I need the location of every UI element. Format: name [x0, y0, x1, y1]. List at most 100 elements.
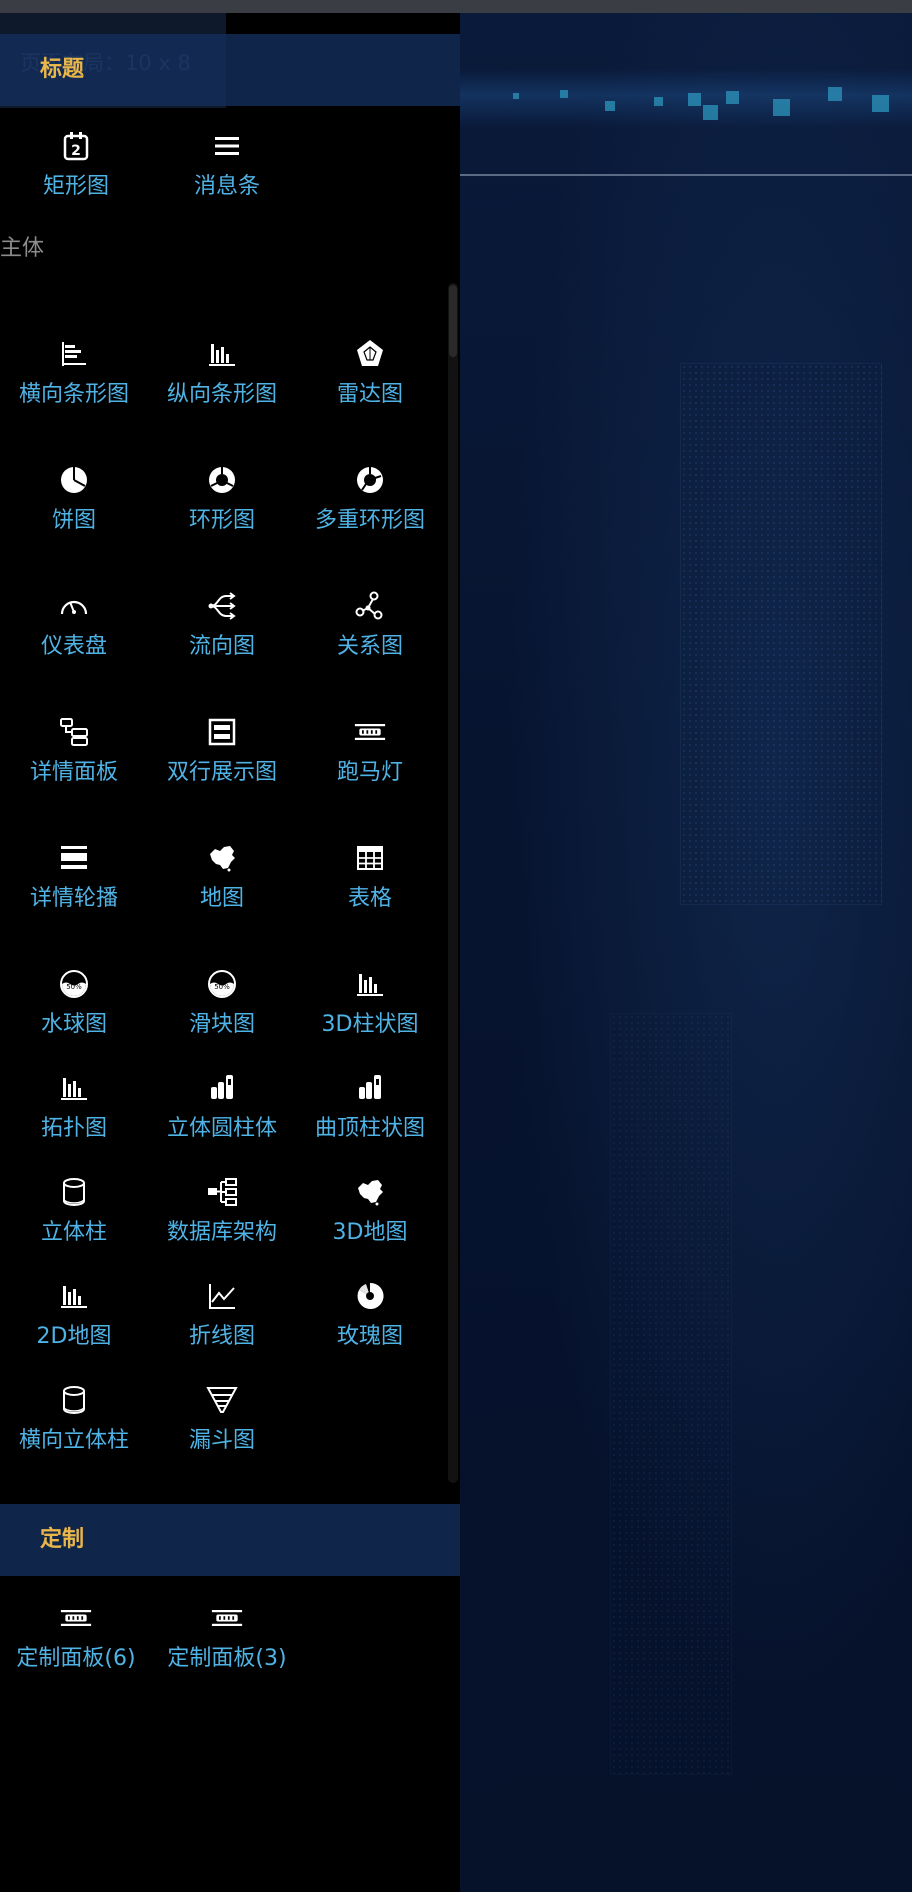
component-item-label: 跑马灯 [336, 760, 403, 785]
database-tree-icon [206, 1176, 238, 1208]
custom-panel-icon [211, 1602, 243, 1634]
component-item[interactable]: 详情面板 [0, 716, 148, 786]
decor-square [703, 105, 718, 120]
section-title-header[interactable]: 标题 [0, 34, 460, 106]
china-map-3d-icon [354, 1176, 386, 1208]
component-item[interactable]: 玫瑰图 [296, 1280, 444, 1350]
component-sidebar: 页面布局：10 x 8 标题 2矩形图消息条 主体 横向条形图纵向条形图雷达图饼… [0, 13, 460, 1892]
component-item[interactable]: 地图 [148, 842, 296, 912]
cylinder-icon [58, 1176, 90, 1208]
component-item-label: 流向图 [188, 634, 255, 659]
component-item-label: 折线图 [188, 1324, 255, 1349]
component-item[interactable]: 纵向条形图 [148, 338, 296, 408]
component-item[interactable]: 横向立体柱 [0, 1384, 148, 1454]
two-row-display-icon [206, 716, 238, 748]
section-main-label: 主体 [0, 236, 45, 261]
component-item-label: 环形图 [188, 508, 255, 533]
decor-square [828, 87, 842, 101]
component-item[interactable]: 立体圆柱体 [148, 1072, 296, 1142]
component-item[interactable]: 关系图 [296, 590, 444, 660]
component-item[interactable]: 双行展示图 [148, 716, 296, 786]
component-item-label: 双行展示图 [166, 760, 277, 785]
component-item[interactable]: 流向图 [148, 590, 296, 660]
component-item[interactable]: 多重环形图 [296, 464, 444, 534]
svg-text:50%: 50% [214, 983, 230, 991]
component-item-label: 地图 [199, 886, 244, 911]
component-item[interactable]: 3D柱状图 [296, 968, 444, 1038]
svg-text:50%: 50% [66, 983, 82, 991]
custom-panel-icon [60, 1602, 92, 1634]
top-bar [0, 0, 912, 13]
component-item-label: 定制面板(3) [167, 1646, 287, 1671]
component-item-label: 消息条 [193, 174, 260, 199]
component-item[interactable]: 漏斗图 [148, 1384, 296, 1454]
component-item-label: 饼图 [51, 508, 96, 533]
component-item-label: 多重环形图 [314, 508, 425, 533]
component-item[interactable]: 定制面板(6) [2, 1602, 150, 1672]
decor-dot-grid [680, 363, 882, 905]
table-icon [354, 842, 386, 874]
component-item-label: 矩形图 [42, 174, 109, 199]
component-item-label: 横向条形图 [18, 382, 129, 407]
component-item-label: 玫瑰图 [336, 1324, 403, 1349]
slider-ball-icon: 50% [206, 968, 238, 1000]
decor-square [773, 99, 790, 116]
topology-bars-icon [58, 1072, 90, 1104]
component-item-label: 定制面板(6) [16, 1646, 136, 1671]
component-item[interactable]: 拓扑图 [0, 1072, 148, 1142]
sidebar-scrollbar[interactable] [448, 283, 458, 1483]
component-item-label: 表格 [347, 886, 392, 911]
line-chart-icon [206, 1280, 238, 1312]
marquee-icon [354, 716, 386, 748]
component-item[interactable]: 表格 [296, 842, 444, 912]
relation-graph-icon [354, 590, 386, 622]
component-item[interactable]: 50% 水球图 [0, 968, 148, 1038]
canvas-header-band [460, 68, 912, 128]
decor-square [872, 95, 889, 112]
component-item-label: 拓扑图 [40, 1116, 107, 1141]
component-item[interactable]: 3D地图 [296, 1176, 444, 1246]
component-item[interactable]: 50% 滑块图 [148, 968, 296, 1038]
component-item-label: 曲顶柱状图 [314, 1116, 425, 1141]
component-item-label: 详情轮播 [29, 886, 118, 911]
calendar-2-icon: 2 [60, 130, 92, 162]
component-item[interactable]: 曲顶柱状图 [296, 1072, 444, 1142]
liquid-ball-icon: 50% [58, 968, 90, 1000]
donut-chart-icon [206, 464, 238, 496]
pie-chart-icon [58, 464, 90, 496]
component-item[interactable]: 2D地图 [0, 1280, 148, 1350]
component-item[interactable]: 定制面板(3) [153, 1602, 301, 1672]
component-item[interactable]: 折线图 [148, 1280, 296, 1350]
component-item[interactable]: 消息条 [153, 130, 301, 200]
svg-text:2: 2 [71, 143, 81, 159]
component-item[interactable]: 跑马灯 [296, 716, 444, 786]
gauge-icon [58, 590, 90, 622]
component-item[interactable]: 2 矩形图 [2, 130, 150, 200]
component-item-label: 纵向条形图 [166, 382, 277, 407]
dashboard-canvas[interactable] [460, 13, 912, 1892]
bars-2d-map-icon [58, 1280, 90, 1312]
cylinder-bars-icon [206, 1072, 238, 1104]
decor-square [654, 97, 663, 106]
component-item[interactable]: 详情轮播 [0, 842, 148, 912]
component-item-label: 3D柱状图 [321, 1012, 419, 1037]
funnel-icon [206, 1384, 238, 1416]
component-item[interactable]: 数据库架构 [148, 1176, 296, 1246]
component-item[interactable]: 环形图 [148, 464, 296, 534]
decor-square [560, 90, 568, 98]
curved-top-bars-icon [354, 1072, 386, 1104]
component-item[interactable]: 仪表盘 [0, 590, 148, 660]
component-item-label: 数据库架构 [166, 1220, 277, 1245]
vertical-bar-chart-icon [206, 338, 238, 370]
component-item-label: 立体柱 [40, 1220, 107, 1245]
component-item[interactable]: 横向条形图 [0, 338, 148, 408]
section-custom-header[interactable]: 定制 [0, 1504, 460, 1576]
bar-3d-icon [354, 968, 386, 1000]
component-item-label: 仪表盘 [40, 634, 107, 659]
scrollbar-thumb[interactable] [449, 285, 457, 357]
component-item[interactable]: 雷达图 [296, 338, 444, 408]
component-item-label: 关系图 [336, 634, 403, 659]
component-item[interactable]: 立体柱 [0, 1176, 148, 1246]
rose-chart-icon [354, 1280, 386, 1312]
component-item[interactable]: 饼图 [0, 464, 148, 534]
